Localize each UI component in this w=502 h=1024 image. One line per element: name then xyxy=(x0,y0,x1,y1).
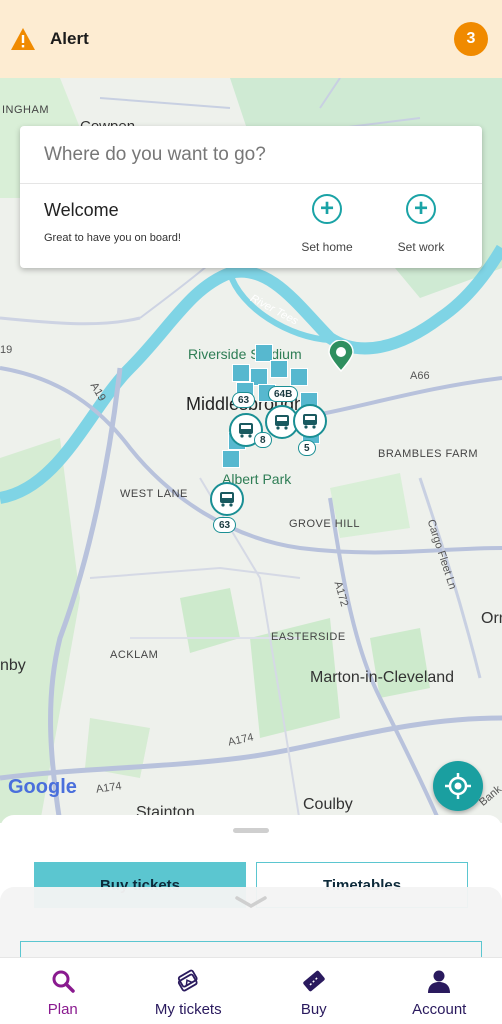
map-label-acklam: ACKLAM xyxy=(110,649,159,661)
bus-icon xyxy=(275,415,289,430)
search-icon xyxy=(52,970,75,993)
route-tag-63[interactable]: 63 xyxy=(232,392,256,408)
set-home-label: Set home xyxy=(301,240,353,254)
nav-label-my-tickets: My tickets xyxy=(154,1001,222,1018)
map-label-brambles-farm: BRAMBLES FARM xyxy=(378,448,479,460)
set-work-label: Set work xyxy=(397,240,445,254)
welcome-subtitle: Great to have you on board! xyxy=(44,232,181,244)
bus-icon xyxy=(220,492,234,507)
road-label-19: 19 xyxy=(0,344,13,356)
my-location-button[interactable] xyxy=(433,761,483,811)
map-label-coulby: Coulby xyxy=(303,796,353,813)
route-tag-5[interactable]: 5 xyxy=(298,440,316,456)
nav-item-account[interactable]: Account xyxy=(377,958,502,1024)
stadium-pin-icon xyxy=(328,340,354,372)
welcome-title: Welcome xyxy=(44,200,119,220)
google-logo: Google xyxy=(8,776,77,799)
alert-bar[interactable]: Alert 3 xyxy=(0,0,502,78)
bus-pin[interactable] xyxy=(293,404,327,438)
nav-label-plan: Plan xyxy=(47,1001,78,1018)
sheet-drag-handle[interactable] xyxy=(233,828,269,833)
route-tag-63[interactable]: 63 xyxy=(213,517,237,533)
search-input[interactable]: Where do you want to go? xyxy=(20,126,482,184)
set-home-button[interactable]: + Set home xyxy=(287,194,367,254)
bottom-sheet[interactable]: Buy tickets Timetables xyxy=(0,815,502,981)
bus-stop-marker[interactable] xyxy=(222,450,240,468)
nav-item-my-tickets[interactable]: My tickets xyxy=(126,958,252,1024)
alert-label: Alert xyxy=(50,29,89,48)
map-label-grove-hill: GROVE HILL xyxy=(289,518,361,530)
map-label-west-lane: WEST LANE xyxy=(120,488,188,500)
tickets-icon xyxy=(178,969,198,992)
nav-label-account: Account xyxy=(412,1001,467,1018)
map-label-nby: nby xyxy=(0,657,26,674)
road-label-a66: A66 xyxy=(410,370,430,382)
bus-pin[interactable] xyxy=(210,482,244,516)
person-icon xyxy=(428,970,451,993)
bus-icon xyxy=(239,423,253,438)
ticket-icon xyxy=(303,970,325,992)
bus-icon xyxy=(303,414,317,429)
bus-stop-marker[interactable] xyxy=(290,368,308,386)
nav-item-plan[interactable]: Plan xyxy=(0,958,126,1024)
map-label-marton: Marton-in-Cleveland xyxy=(310,669,455,686)
bus-stop-marker[interactable] xyxy=(232,364,250,382)
map-label-easterside: EASTERSIDE xyxy=(271,631,346,643)
google-logo-text: Google xyxy=(8,776,77,798)
route-tag-8[interactable]: 8 xyxy=(254,432,272,448)
nav-item-buy[interactable]: Buy xyxy=(251,958,377,1024)
nav-label-buy: Buy xyxy=(300,1001,327,1018)
warning-triangle-icon xyxy=(11,28,35,50)
chevron-down-icon xyxy=(235,896,267,909)
alert-count-badge[interactable]: 3 xyxy=(454,22,488,56)
welcome-row: Welcome Great to have you on board! + Se… xyxy=(20,184,482,268)
crosshair-icon xyxy=(445,773,471,799)
plus-icon: + xyxy=(312,194,342,224)
bus-stop-marker[interactable] xyxy=(270,360,288,378)
plus-icon: + xyxy=(406,194,436,224)
bottom-nav: Plan My tickets Buy Account xyxy=(0,957,502,1024)
map-label-ingham: INGHAM xyxy=(2,104,49,116)
map-label-orm: Orm xyxy=(481,610,502,627)
set-work-button[interactable]: + Set work xyxy=(381,194,461,254)
search-card: Where do you want to go? Welcome Great t… xyxy=(20,126,482,268)
route-tag-64b[interactable]: 64B xyxy=(268,386,299,402)
